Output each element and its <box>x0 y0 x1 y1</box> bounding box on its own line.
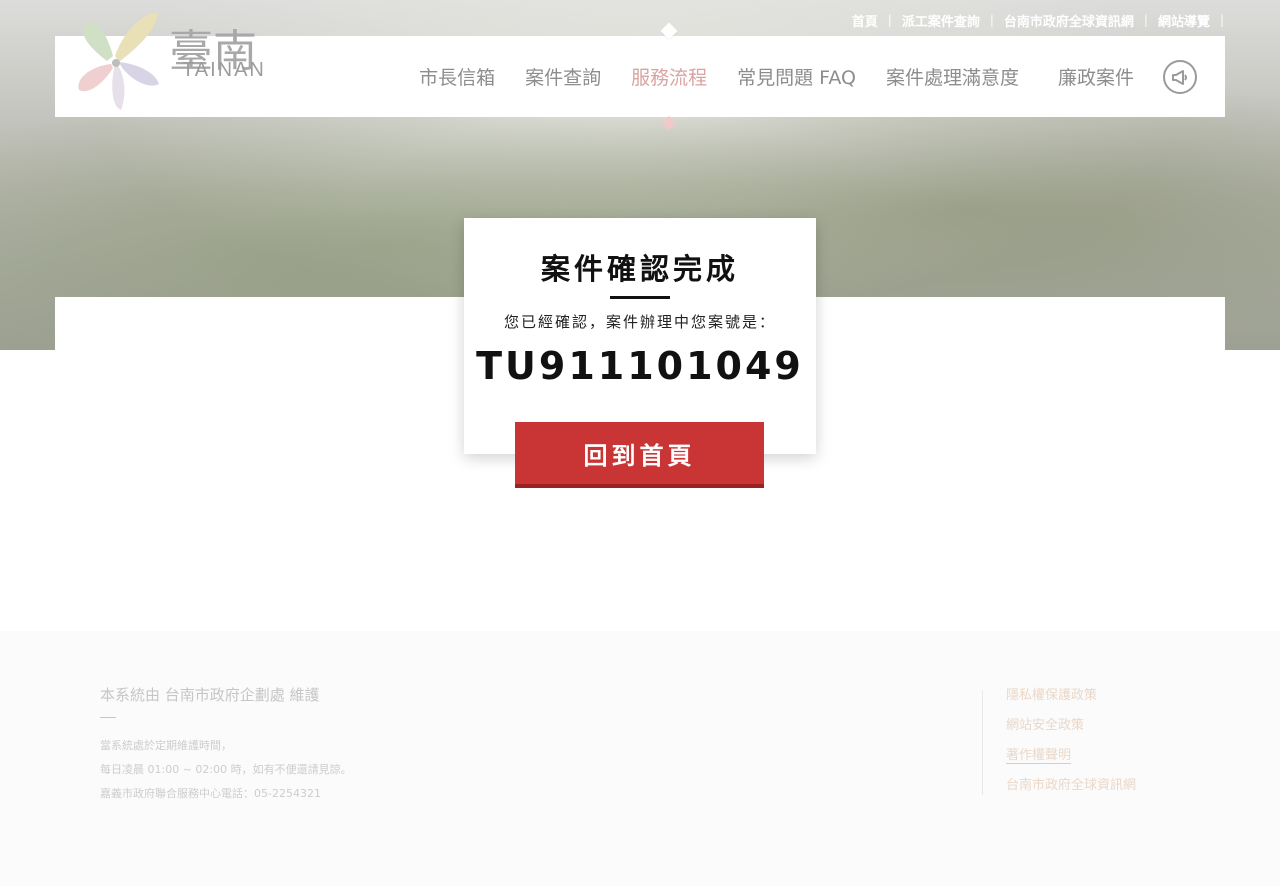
nav-case-query[interactable]: 案件查詢 <box>525 63 601 90</box>
footer-divider <box>982 690 983 795</box>
back-home-button[interactable]: 回到首頁 <box>515 422 764 488</box>
footer-maintainer: 本系統由 台南市政府企劃處 維護 <box>100 686 320 704</box>
dialog-message: 您已經確認，案件辦理中您案號是： <box>503 313 776 331</box>
separator: | <box>1143 13 1148 27</box>
top-link-sitemap[interactable]: 網站導覽 <box>1148 11 1220 30</box>
separator: | <box>989 13 994 27</box>
footer-link-privacy[interactable]: 隱私權保護政策 <box>1006 687 1136 717</box>
logo-wordmark: TAINAN <box>182 59 266 81</box>
confirmation-dialog: 案件確認完成 您已經確認，案件辦理中您案號是： TU911101049 <box>464 218 816 454</box>
footer-note-1: 當系統處於定期維護時間， <box>100 739 232 752</box>
nav-integrity-cases[interactable]: 廉政案件 <box>1058 63 1134 90</box>
top-link-dispatch-query[interactable]: 派工案件查詢 <box>892 11 990 30</box>
title-underline <box>610 296 670 299</box>
footer-dash <box>100 717 116 718</box>
dialog-title: 案件確認完成 <box>540 252 739 286</box>
nav-mayor-mailbox[interactable]: 市長信箱 <box>419 63 495 90</box>
separator: | <box>887 13 892 27</box>
top-link-city-portal[interactable]: 台南市政府全球資訊網 <box>994 11 1144 30</box>
footer-links: 隱私權保護政策 網站安全政策 著作權聲明 台南市政府全球資訊網 <box>1006 687 1136 807</box>
separator: | <box>1219 13 1224 27</box>
main-navigation: 市長信箱 案件查詢 服務流程 常見問題 FAQ 案件處理滿意度 廉政案件 <box>404 36 1197 117</box>
tainan-logo[interactable]: 臺南 TAINAN <box>67 6 264 116</box>
main-header: 臺南 TAINAN 市長信箱 案件查詢 服務流程 常見問題 FAQ 案件處理滿意… <box>55 12 1225 117</box>
top-link-home[interactable]: 首頁 <box>842 11 888 30</box>
nav-satisfaction[interactable]: 案件處理滿意度 <box>886 63 1019 90</box>
announcement-button[interactable] <box>1163 59 1197 94</box>
footer-link-security[interactable]: 網站安全政策 <box>1006 717 1136 747</box>
footer-note-2: 每日凌晨 01:00 ~ 02:00 時，如有不便還請見諒。 <box>100 763 352 776</box>
footer-link-city-portal[interactable]: 台南市政府全球資訊網 <box>1006 777 1136 807</box>
footer-link-copyright[interactable]: 著作權聲明 <box>1006 747 1136 777</box>
site-footer: 本系統由 台南市政府企劃處 維護 當系統處於定期維護時間， 每日凌晨 01:00… <box>0 631 1280 886</box>
case-number: TU911101049 <box>476 344 804 388</box>
nav-faq[interactable]: 常見問題 FAQ <box>737 63 856 90</box>
nav-service-process[interactable]: 服務流程 <box>631 63 707 90</box>
footer-note-3: 嘉義市政府聯合服務中心電話：05-2254321 <box>100 787 321 800</box>
top-utility-links: 首頁 | 派工案件查詢 | 台南市政府全球資訊網 | 網站導覽 | <box>842 11 1224 30</box>
megaphone-icon <box>1172 69 1187 85</box>
